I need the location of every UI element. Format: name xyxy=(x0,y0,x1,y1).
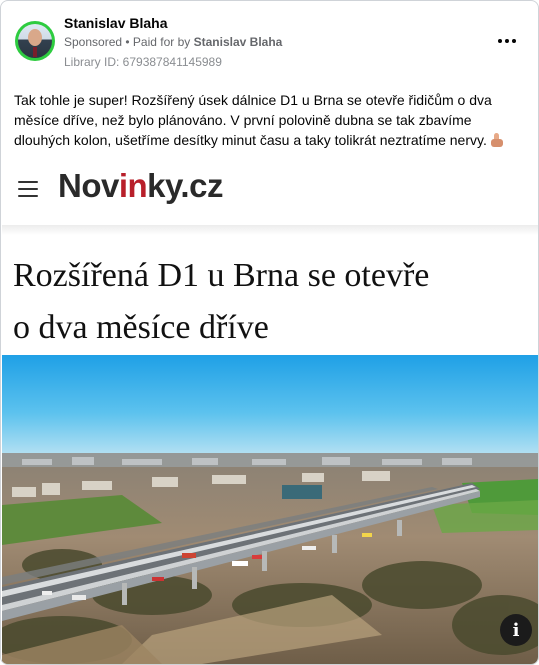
headline-line-2: o dva měsíce dříve xyxy=(13,309,269,346)
page-avatar[interactable] xyxy=(15,21,55,61)
avatar-photo xyxy=(18,24,52,58)
headline-line-1: Rozšířená D1 u Brna se otevře xyxy=(13,257,430,294)
sponsored-line: Sponsored • Paid for by Stanislav Blaha xyxy=(64,35,282,49)
paid-for-name[interactable]: Stanislav Blaha xyxy=(194,35,283,49)
thumbs-up-icon xyxy=(490,133,503,147)
article-headline: Rozšířená D1 u Brna se otevře o dva měsí… xyxy=(13,250,533,354)
sponsored-label: Sponsored xyxy=(64,35,123,49)
novinky-header: Novinky.cz xyxy=(2,161,538,233)
info-icon[interactable]: i xyxy=(500,614,532,646)
highway-photo xyxy=(2,355,538,664)
post-text: Tak tohle je super! Rozšířený úsek dálni… xyxy=(14,90,529,150)
header-shadow xyxy=(2,225,538,235)
ad-creative-image[interactable]: Novinky.cz Rozšířená D1 u Brna se otevře… xyxy=(2,161,538,664)
ad-card: Stanislav Blaha Sponsored • Paid for by … xyxy=(0,0,539,665)
menu-icon xyxy=(18,181,38,197)
more-options-icon[interactable] xyxy=(495,29,519,53)
logo-part-2: in xyxy=(118,167,148,204)
logo-part-1: Nov xyxy=(58,167,119,204)
page-name-link[interactable]: Stanislav Blaha xyxy=(64,15,168,31)
paid-for-prefix: • Paid for by xyxy=(122,35,194,49)
novinky-logo: Novinky.cz xyxy=(58,167,223,205)
logo-part-3: ky.cz xyxy=(147,167,223,204)
post-body: Tak tohle je super! Rozšířený úsek dálni… xyxy=(14,92,492,148)
library-id: Library ID: 679387841145989 xyxy=(64,55,222,69)
